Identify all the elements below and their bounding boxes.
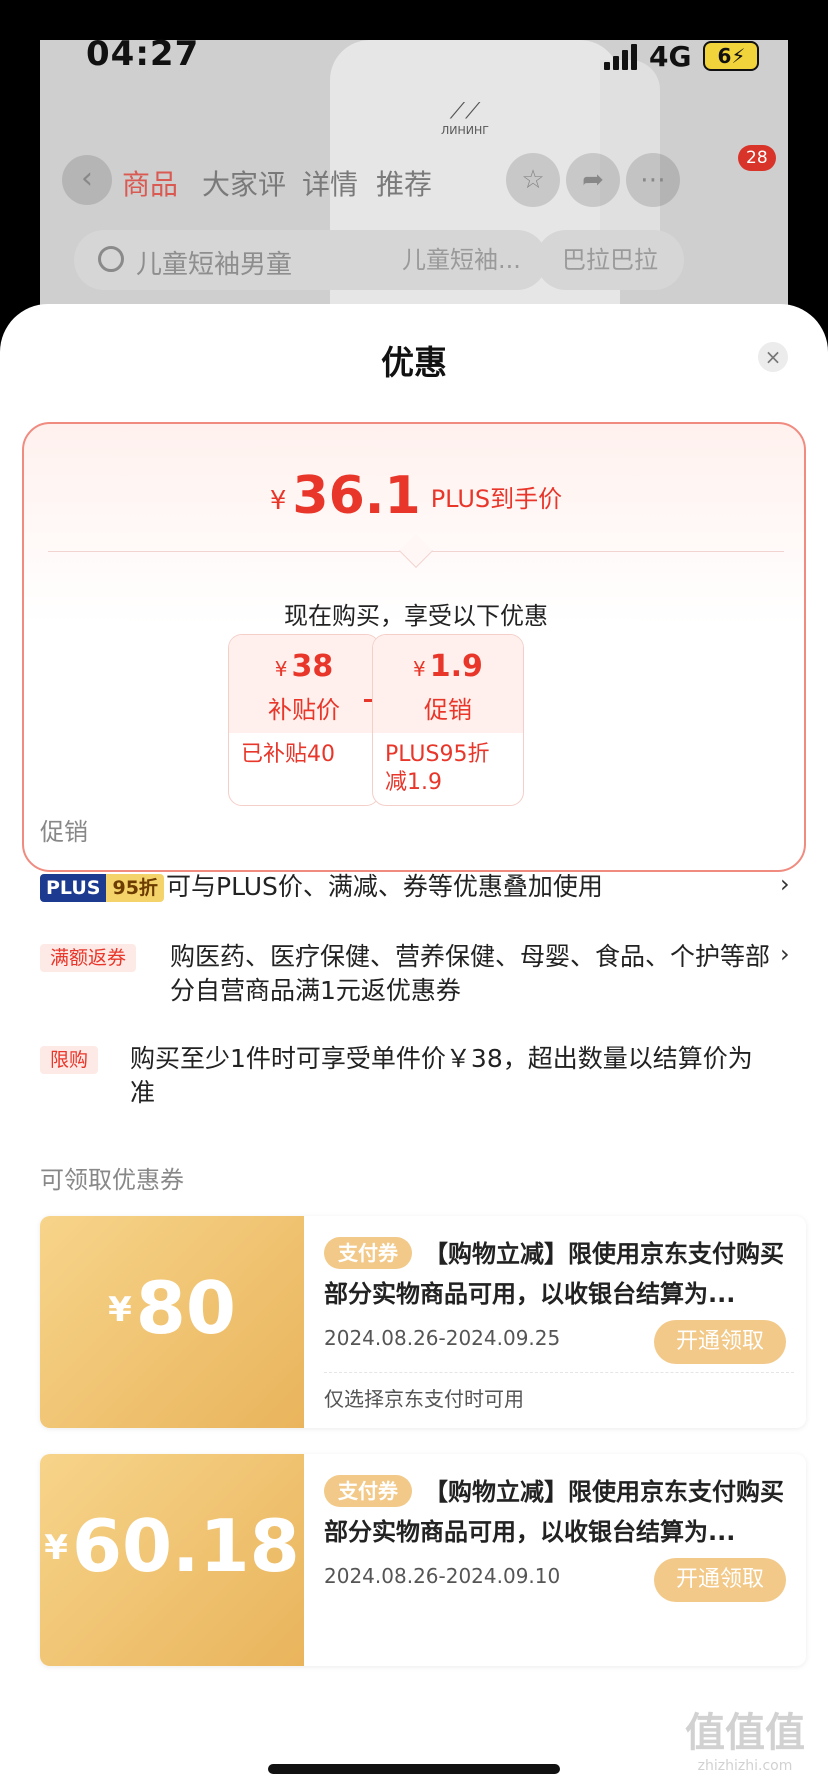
claim-coupon-button[interactable]: 开通领取	[654, 1558, 786, 1602]
tab-reviews[interactable]: 大家评	[202, 163, 286, 203]
price-summary-card: ¥36.1 PLUS到手价 现在购买，享受以下优惠 ¥38 补贴价 已补贴40 ¥…	[22, 422, 806, 872]
promo-section-label: 促销	[40, 818, 88, 846]
home-indicator[interactable]	[268, 1764, 560, 1774]
back-icon[interactable]: ‹	[62, 155, 112, 205]
chevron-right-icon[interactable]: ›	[780, 870, 790, 898]
battery-icon: 6⚡	[703, 41, 760, 71]
enjoy-text: 现在购买，享受以下优惠	[284, 602, 548, 630]
sheet-title: 优惠	[381, 343, 447, 382]
tab-recommend[interactable]: 推荐	[376, 163, 432, 203]
coupon-title: 支付券 【购物立减】限使用京东支付购买部分实物商品可用，以收银台结算为...	[324, 1234, 794, 1314]
tab-product[interactable]: 商品	[122, 163, 178, 203]
pay-coupon-tag: 支付券	[324, 1475, 412, 1507]
final-price-label: PLUS到手价	[430, 485, 563, 513]
coupon-card: ¥60.18 支付券 【购物立减】限使用京东支付购买部分实物商品可用，以收银台结算…	[40, 1454, 806, 1666]
deal-label: 补贴价	[268, 696, 340, 724]
coupon-card: ¥80 支付券 【购物立减】限使用京东支付购买部分实物商品可用，以收银台结算为..…	[40, 1216, 806, 1428]
app-root: ⟋⟋ ЛИНИНГ ‹ 商品 大家评 详情 推荐 ☆ ➦ ⋯ 28 儿童短袖男童…	[0, 0, 828, 1792]
coupon-value: ¥60.18	[40, 1454, 304, 1666]
deal-detail: 已补贴40	[241, 742, 335, 767]
pay-coupon-tag: 支付券	[324, 1237, 412, 1269]
deal-label: 促销	[424, 696, 472, 724]
promo-text: 购医药、医疗保健、营养保健、母婴、食品、个护等部分自营商品满1元返优惠券	[170, 942, 771, 1005]
search-chip[interactable]: 儿童短袖...	[376, 230, 547, 290]
plus-tag: PLUS 95折	[40, 874, 164, 902]
chevron-right-icon[interactable]: ›	[780, 940, 790, 968]
deal-detail: PLUS95折减1.9	[385, 742, 490, 795]
status-time: 04:27	[86, 34, 200, 74]
share-icon[interactable]: ➦	[566, 153, 620, 207]
search-chip[interactable]: 巴拉巴拉	[536, 230, 684, 290]
search-placeholder: 儿童短袖男童	[136, 250, 293, 280]
price-divider	[48, 534, 784, 570]
deal-promotion: ¥1.9 促销 PLUS95折减1.9	[372, 634, 524, 806]
limit-tag: 限购	[40, 1046, 99, 1074]
search-icon	[98, 246, 124, 272]
promo-return-coupon[interactable]: 满额返券 购医药、医疗保健、营养保健、母婴、食品、个护等部分自营商品满1元返优惠…	[40, 940, 796, 1020]
notification-badge: 28	[738, 145, 776, 171]
close-icon[interactable]: ×	[758, 342, 788, 372]
brand-logo: ⟋⟋ ЛИНИНГ	[441, 99, 489, 138]
deal-subsidy: ¥38 补贴价 已补贴40	[228, 634, 380, 806]
coupon-section-label: 可领取优惠券	[40, 1166, 184, 1194]
product-nav-bar: ‹ 商品 大家评 详情 推荐 ☆ ➦ ⋯ 28	[40, 145, 788, 215]
discount-sheet: 优惠 × ¥36.1 PLUS到手价 现在购买，享受以下优惠 ¥38 补贴价 已补…	[0, 304, 828, 1792]
signal-icon	[604, 42, 637, 70]
promo-plus[interactable]: PLUS 95折 可与PLUS价、满减、券等优惠叠加使用 ›	[40, 870, 796, 910]
claim-coupon-button[interactable]: 开通领取	[654, 1320, 786, 1364]
promo-limit: 限购 购买至少1件时可享受单件价￥38，超出数量以结算价为准	[40, 1042, 796, 1122]
promo-text: 购买至少1件时可享受单件价￥38，超出数量以结算价为准	[130, 1044, 753, 1107]
more-icon[interactable]: ⋯	[626, 153, 680, 207]
coupon-value: ¥80	[40, 1216, 304, 1428]
product-page-background: ⟋⟋ ЛИНИНГ ‹ 商品 大家评 详情 推荐 ☆ ➦ ⋯ 28 儿童短袖男童…	[40, 40, 788, 320]
status-indicators: 4G 6⚡	[604, 38, 760, 74]
coupon-title: 支付券 【购物立减】限使用京东支付购买部分实物商品可用，以收银台结算为...	[324, 1472, 794, 1552]
star-icon[interactable]: ☆	[506, 153, 560, 207]
site-watermark: 值值值 zhizhizhi.com	[685, 1710, 805, 1774]
return-coupon-tag: 满额返券	[40, 944, 137, 972]
promo-text: 可与PLUS价、满减、券等优惠叠加使用	[166, 872, 603, 901]
final-price: ¥36.1 PLUS到手价	[269, 466, 563, 526]
final-price-amount: 36.1	[292, 466, 421, 526]
coupon-note: 仅选择京东支付时可用	[324, 1372, 794, 1412]
tab-details[interactable]: 详情	[302, 163, 358, 203]
network-type: 4G	[649, 39, 692, 73]
